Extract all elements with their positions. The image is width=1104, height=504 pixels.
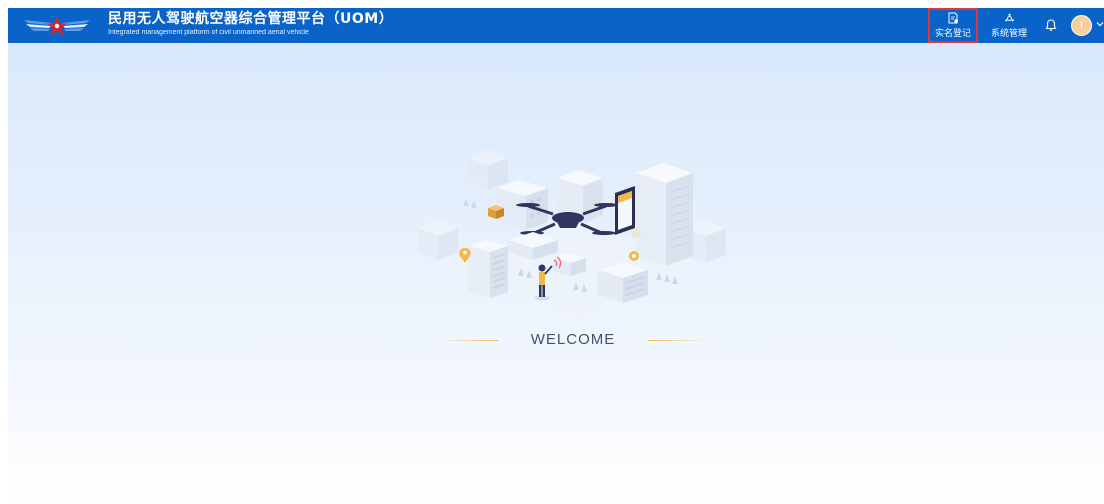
document-register-icon	[948, 12, 958, 24]
nav-real-name-registration-button[interactable]: 实名登记	[928, 8, 978, 43]
avatar-initial: I	[1080, 20, 1083, 31]
platform-title-en: Integrated management platform of civil …	[108, 29, 309, 36]
user-avatar[interactable]: I	[1071, 15, 1092, 36]
right-building	[598, 262, 648, 303]
nav-system-management-label: 系统管理	[990, 28, 1027, 39]
chevron-down-icon[interactable]	[1096, 20, 1104, 28]
welcome-line-right	[648, 340, 708, 341]
platform-title: 民用无人驾驶航空器综合管理平台（UOM） Integrated manageme…	[108, 11, 393, 37]
welcome-text: WELCOME	[530, 331, 616, 348]
welcome-line-left	[438, 340, 498, 341]
caac-wings-logo	[24, 16, 90, 36]
nav-system-management-button[interactable]: 系统管理	[983, 8, 1035, 43]
nav-real-name-registration-label: 实名登记	[934, 29, 971, 39]
system-management-icon	[1004, 13, 1014, 21]
app-window: 民用无人驾驶航空器综合管理平台（UOM） Integrated manageme…	[8, 8, 1104, 504]
tablet-device	[615, 186, 635, 235]
welcome-banner: WELCOME	[8, 331, 1104, 351]
top-navigation-bar: 民用无人驾驶航空器综合管理平台（UOM） Integrated manageme…	[8, 8, 1104, 43]
tall-tower	[636, 163, 693, 266]
platform-title-cn: 民用无人驾驶航空器综合管理平台（UOM）	[108, 11, 394, 27]
package-box	[488, 205, 504, 219]
bell-icon[interactable]	[1044, 18, 1058, 32]
main-content-area: WELCOME	[8, 43, 1104, 504]
striped-building	[468, 240, 508, 298]
isometric-city-drone-illustration	[418, 150, 726, 313]
